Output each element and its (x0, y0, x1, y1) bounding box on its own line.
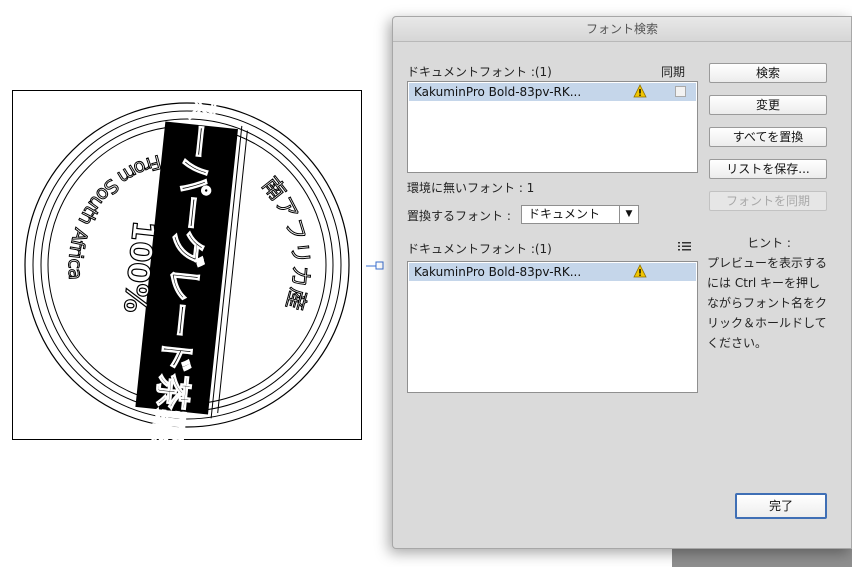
sync-column-label: 同期 (661, 65, 686, 79)
warning-icon (633, 84, 647, 98)
change-all-button[interactable]: すべてを置換 (709, 127, 827, 147)
background-panel-edge (672, 548, 852, 567)
list-item[interactable]: KakuminPro Bold-83pv-RK... (409, 83, 696, 101)
list-options-icon[interactable] (678, 240, 692, 252)
replace-fonts-label: ドキュメントフォント :(1) (407, 242, 552, 256)
save-list-button[interactable]: リストを保存... (709, 159, 827, 179)
sync-fonts-button[interactable]: フォントを同期 (709, 191, 827, 211)
find-button[interactable]: 検索 (709, 63, 827, 83)
missing-fonts-label: 環境に無いフォント : 1 (407, 181, 535, 195)
hint-title: ヒント : (747, 236, 791, 250)
done-button[interactable]: 完了 (735, 493, 827, 519)
font-name: KakuminPro Bold-83pv-RK... (414, 85, 582, 99)
dialog-title[interactable]: フォント検索 (393, 17, 851, 42)
document-fonts-label: ドキュメントフォント :(1) (407, 65, 552, 79)
font-name: KakuminPro Bold-83pv-RK... (414, 265, 582, 279)
hint-text: プレビューを表示するには Ctrl キーを押しながらフォント名をクリック＆ホール… (707, 256, 828, 350)
replace-fonts-list[interactable]: KakuminPro Bold-83pv-RK... (407, 261, 698, 393)
document-fonts-list[interactable]: KakuminPro Bold-83pv-RK... (407, 81, 698, 173)
find-font-dialog: フォント検索 ドキュメントフォント :(1) 同期 KakuminPro Bol… (392, 16, 852, 549)
tea-label-artwork[interactable]: スーパーグレード茶葉 100% From South Africa 南アフリカ産 (13, 91, 363, 441)
sync-checkbox[interactable] (675, 86, 686, 97)
anchor-handle-icon[interactable] (366, 260, 386, 272)
list-item[interactable]: KakuminPro Bold-83pv-RK... (409, 263, 696, 281)
dropdown-arrow-icon[interactable]: ▼ (619, 206, 638, 223)
replace-with-label: 置換するフォント : (407, 209, 511, 223)
replace-with-select[interactable]: ドキュメント ▼ (521, 205, 639, 224)
change-button[interactable]: 変更 (709, 95, 827, 115)
hint-panel: ヒント : プレビューを表示するには Ctrl キーを押しながらフォント名をクリ… (707, 233, 831, 353)
warning-icon (633, 264, 647, 278)
artboard: スーパーグレード茶葉 100% From South Africa 南アフリカ産 (12, 90, 363, 441)
select-value: ドキュメント (528, 207, 601, 221)
